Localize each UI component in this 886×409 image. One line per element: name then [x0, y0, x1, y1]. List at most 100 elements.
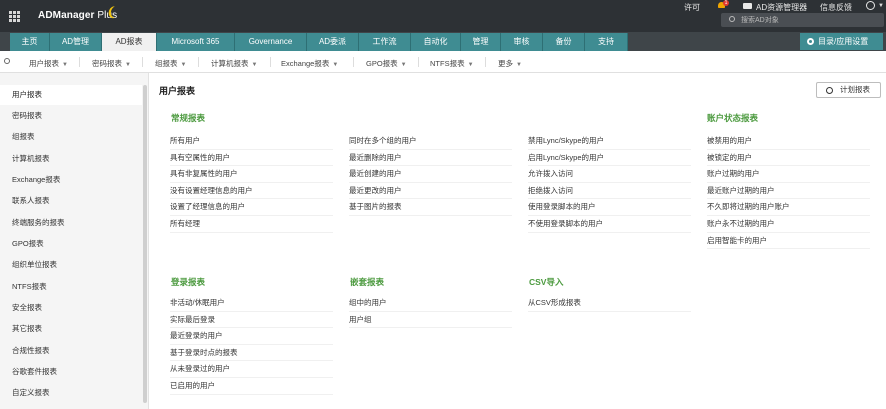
sidebar-item-compliance-reports[interactable]: 合规性报表	[0, 341, 142, 361]
account-status-reports: 被禁用的用户 被锁定的用户 账户过期的用户 最近账户过期的用户 不久即将过期的用…	[707, 133, 870, 250]
sidebar-item-contact-reports[interactable]: 联系人报表	[0, 191, 142, 211]
report-link[interactable]: 所有用户	[170, 133, 333, 150]
tab-workflow[interactable]: 工作流	[359, 33, 411, 51]
csv-reports: 从CSV形成报表	[528, 295, 691, 312]
ad-explorer-link[interactable]: AD资源管理器	[756, 2, 807, 13]
sidebar-item-exchange-reports[interactable]: Exchange报表	[0, 170, 142, 190]
report-link[interactable]: 使用登录脚本的用户	[528, 199, 691, 216]
license-link[interactable]: 许可	[684, 2, 700, 13]
report-link[interactable]: 设置了经理信息的用户	[170, 199, 333, 216]
user-account-icon[interactable]	[866, 1, 875, 10]
subnav-password-reports[interactable]: 密码报表 ▼	[92, 58, 131, 69]
report-link[interactable]: 允许拨入访问	[528, 166, 691, 183]
tab-automation[interactable]: 自动化	[411, 33, 461, 51]
tab-audit[interactable]: 审核	[501, 33, 543, 51]
report-link[interactable]: 最近账户过期的用户	[707, 183, 870, 200]
tab-ad-management[interactable]: AD管理	[50, 33, 102, 51]
report-link[interactable]: 具有非复属性的用户	[170, 166, 333, 183]
tab-admin[interactable]: 管理	[461, 33, 501, 51]
report-link[interactable]: 启用Lync/Skype的用户	[528, 150, 691, 167]
page-title: 用户报表	[159, 86, 196, 96]
sidebar-item-gpo-reports[interactable]: GPO报表	[0, 234, 142, 254]
report-link[interactable]: 非活动/休眠用户	[170, 295, 333, 312]
report-link[interactable]: 最近更改的用户	[349, 183, 512, 200]
report-link[interactable]: 被锁定的用户	[707, 150, 870, 167]
report-link[interactable]: 不久即将过期的用户账户	[707, 199, 870, 216]
directory-settings-label: 目录/应用设置	[818, 37, 869, 46]
schedule-report-button[interactable]: 计划报表	[816, 82, 881, 98]
clock-icon	[826, 87, 833, 94]
subnav-more[interactable]: 更多 ▼	[498, 58, 522, 69]
tab-backup[interactable]: 备份	[543, 33, 585, 51]
report-link[interactable]: 具有空属性的用户	[170, 150, 333, 167]
sidebar-item-password-reports[interactable]: 密码报表	[0, 106, 142, 126]
subnav-gpo-reports[interactable]: GPO报表 ▼	[366, 58, 407, 69]
report-link[interactable]: 没有设置经理信息的用户	[170, 183, 333, 200]
subnav-group-reports[interactable]: 组报表 ▼	[155, 58, 186, 69]
sidebar-item-security-reports[interactable]: 安全报表	[0, 298, 142, 318]
subnav-exchange-reports[interactable]: Exchange报表 ▼	[281, 58, 338, 69]
report-link[interactable]: 用户组	[349, 312, 512, 329]
report-link[interactable]: 不使用登录脚本的用户	[528, 216, 691, 233]
report-link[interactable]: 基于图片的报表	[349, 199, 512, 216]
tab-support[interactable]: 支持	[585, 33, 628, 51]
nested-reports: 组中的用户 用户组	[349, 295, 512, 329]
subnav-computer-reports[interactable]: 计算机报表 ▼	[211, 58, 257, 69]
sidebar-item-google-reports[interactable]: 谷歌套件报表	[0, 362, 142, 382]
global-search[interactable]	[721, 13, 884, 27]
sidebar-item-user-reports[interactable]: 用户报表	[0, 85, 142, 105]
report-link[interactable]: 从未登录过的用户	[170, 361, 333, 378]
report-link[interactable]: 最近创建的用户	[349, 166, 512, 183]
tab-governance[interactable]: Governance	[235, 33, 307, 51]
tab-microsoft-365[interactable]: Microsoft 365	[157, 33, 235, 51]
app-launcher-icon[interactable]	[9, 11, 20, 22]
sidebar-item-custom-reports[interactable]: 自定义报表	[0, 383, 142, 403]
sidebar-item-ou-reports[interactable]: 组织单位报表	[0, 255, 142, 275]
report-link[interactable]: 拒绝拨入访问	[528, 183, 691, 200]
search-icon[interactable]	[4, 58, 10, 64]
report-link[interactable]: 账户永不过期的用户	[707, 216, 870, 233]
sidebar-item-group-reports[interactable]: 组报表	[0, 127, 142, 147]
section-title-logon: 登录报表	[171, 277, 206, 287]
search-input[interactable]	[741, 14, 879, 26]
report-link[interactable]: 所有经理	[170, 216, 333, 233]
sidebar-item-computer-reports[interactable]: 计算机报表	[0, 149, 142, 169]
notification-bell-icon[interactable]: 1	[717, 0, 729, 10]
feedback-link[interactable]: 信息反馈	[820, 2, 852, 13]
report-link[interactable]: 账户过期的用户	[707, 166, 870, 183]
section-title-nested: 嵌套报表	[350, 277, 385, 287]
report-link[interactable]: 实际最后登录	[170, 312, 333, 329]
report-category-bar: 用户报表 ▼ 密码报表 ▼ 组报表 ▼ 计算机报表 ▼ Exchange报表 ▼ GPO报…	[0, 51, 886, 73]
tab-ad-delegation[interactable]: AD委派	[307, 33, 359, 51]
sidebar: 用户报表 密码报表 组报表 计算机报表 Exchange报表 联系人报表 终端服…	[0, 73, 149, 409]
report-link[interactable]: 组中的用户	[349, 295, 512, 312]
subnav-ntfs-reports[interactable]: NTFS报表 ▼	[430, 58, 474, 69]
report-link[interactable]: 基于登录时点的报表	[170, 345, 333, 362]
report-link[interactable]: 最近删除的用户	[349, 150, 512, 167]
report-link[interactable]: 启用智能卡的用户	[707, 233, 870, 250]
report-link[interactable]: 已启用的用户	[170, 378, 333, 395]
section-title-account-status: 账户状态报表	[707, 113, 759, 123]
chevron-down-icon[interactable]: ▼	[878, 3, 884, 9]
general-reports-col1: 所有用户 具有空属性的用户 具有非复属性的用户 没有设置经理信息的用户 设置了经…	[170, 133, 333, 233]
sidebar-item-terminal-reports[interactable]: 终端服务的报表	[0, 213, 142, 233]
main-navigation: 主页 AD管理 AD报表 Microsoft 365 Governance AD…	[0, 32, 886, 51]
logon-reports: 非活动/休眠用户 实际最后登录 最近登录的用户 基于登录时点的报表 从未登录过的…	[170, 295, 333, 395]
sidebar-item-ntfs-reports[interactable]: NTFS报表	[0, 277, 142, 297]
folder-icon	[743, 3, 752, 9]
tab-ad-reports[interactable]: AD报表	[102, 33, 157, 51]
sidebar-item-other-reports[interactable]: 其它报表	[0, 319, 142, 339]
tab-home[interactable]: 主页	[10, 33, 50, 51]
report-link[interactable]: 禁用Lync/Skype的用户	[528, 133, 691, 150]
report-link[interactable]: 同时在多个组的用户	[349, 133, 512, 150]
report-link[interactable]: 从CSV形成报表	[528, 295, 691, 312]
section-title-general: 常规报表	[171, 113, 206, 123]
report-link[interactable]: 被禁用的用户	[707, 133, 870, 150]
sidebar-scrollbar[interactable]	[143, 85, 147, 403]
general-reports-col3: 禁用Lync/Skype的用户 启用Lync/Skype的用户 允许拨入访问 拒…	[528, 133, 691, 233]
app-logo: ADManager Plus	[38, 10, 118, 21]
report-link[interactable]: 最近登录的用户	[170, 328, 333, 345]
directory-settings-button[interactable]: 目录/应用设置	[800, 33, 883, 50]
subnav-user-reports[interactable]: 用户报表 ▼	[29, 58, 68, 69]
section-title-csv: CSV导入	[529, 277, 564, 287]
